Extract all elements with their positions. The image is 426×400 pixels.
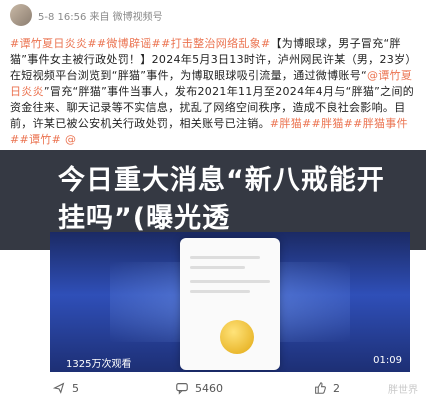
avatar[interactable] bbox=[10, 4, 32, 26]
share-count: 5 bbox=[72, 381, 79, 395]
video-duration: 01:09 bbox=[373, 355, 402, 366]
site-watermark: 胖世界 bbox=[388, 385, 418, 396]
action-bar: 5 5460 2 bbox=[0, 376, 426, 400]
like-count: 2 bbox=[333, 381, 340, 395]
video-player[interactable] bbox=[50, 232, 410, 372]
weibo-post-card: 5-8 16:56 来自 微博视频号 #谭竹夏日炎炎##微博辟谣##打击整治网络… bbox=[0, 0, 426, 400]
text-line bbox=[190, 266, 245, 269]
comment-count: 5460 bbox=[195, 381, 223, 395]
view-count: 1325万次观看 bbox=[66, 359, 132, 370]
headline-text: 今日重大消息“新八戒能开挂吗”(曝光透 bbox=[58, 165, 385, 234]
share-button[interactable]: 5 bbox=[52, 381, 79, 395]
text-line bbox=[190, 290, 250, 293]
thumb-up-icon bbox=[315, 382, 326, 394]
post-body: #谭竹夏日炎炎##微博辟谣##打击整治网络乱象#【为博眼球，男子冒充“胖猫”事件… bbox=[10, 36, 416, 148]
text-line bbox=[190, 280, 270, 283]
video-phone-screen bbox=[180, 238, 280, 370]
post-meta: 5-8 16:56 来自 微博视频号 bbox=[38, 11, 163, 23]
text-line bbox=[190, 256, 260, 259]
share-icon bbox=[52, 382, 65, 394]
comment-button[interactable]: 5460 bbox=[175, 381, 223, 395]
comment-icon bbox=[176, 383, 188, 395]
like-button[interactable]: 2 bbox=[313, 381, 340, 395]
gold-coin-image bbox=[220, 320, 254, 354]
hashtags-start[interactable]: #谭竹夏日炎炎##微博辟谣##打击整治网络乱象# bbox=[10, 37, 271, 50]
post-header: 5-8 16:56 来自 微博视频号 bbox=[10, 4, 163, 26]
